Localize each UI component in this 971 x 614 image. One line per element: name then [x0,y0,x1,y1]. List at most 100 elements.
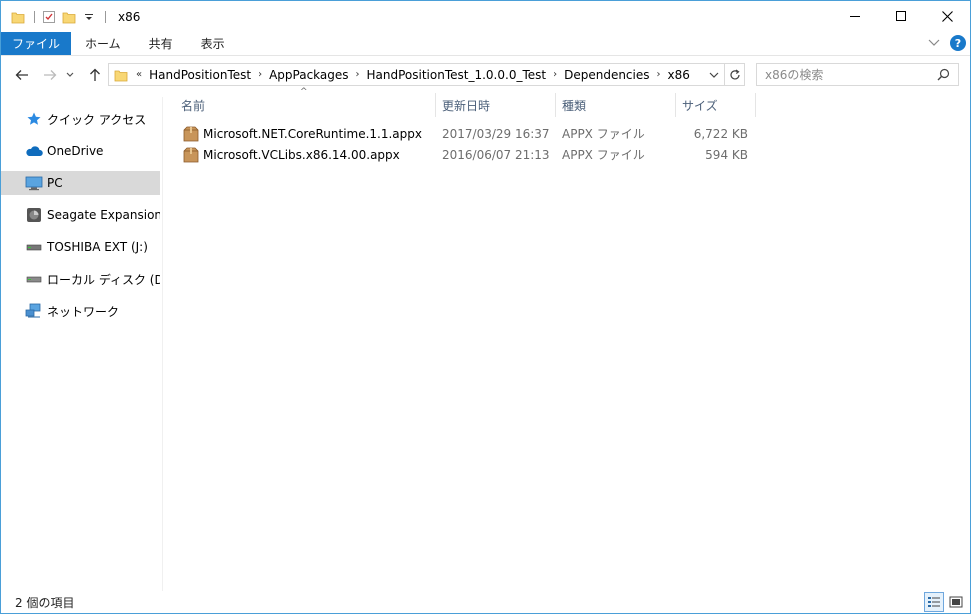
up-arrow-icon [90,68,100,81]
breadcrumb-overflow[interactable]: « [136,69,142,80]
maximize-icon [896,11,906,21]
column-header-type[interactable]: 種類 [562,93,586,117]
close-icon [941,10,953,22]
sidebar-item-local-disk-d[interactable]: ローカル ディスク (D:) [1,267,160,291]
tab-view[interactable]: 表示 [187,32,239,55]
tab-share[interactable]: 共有 [135,32,187,55]
breadcrumb-handpositiontest[interactable]: HandPositionTest [149,68,251,82]
address-bar[interactable]: « HandPositionTest › AppPackages › HandP… [108,63,725,86]
column-divider[interactable] [755,93,756,117]
view-switcher [924,592,966,612]
forward-button[interactable] [38,63,62,87]
back-button[interactable] [10,63,34,87]
new-folder-icon[interactable] [61,9,77,25]
status-bar: 2 個の項目 [1,590,970,614]
chevron-down-icon [66,72,74,77]
file-size: 594 KB [705,147,748,162]
sidebar-item-label: OneDrive [47,144,104,158]
sidebar-item-label: クイック アクセス [47,112,147,127]
title-bar: x86 [1,1,970,32]
folder-icon [10,9,26,25]
chevron-right-icon[interactable]: › [258,69,262,80]
sidebar-item-quick-access[interactable]: クイック アクセス [1,107,160,131]
hard-drive-icon [25,271,43,287]
tab-file[interactable]: ファイル [1,32,72,55]
window-title: x86 [118,9,141,24]
column-divider[interactable] [555,93,556,117]
maximize-button[interactable] [878,1,924,31]
recent-locations-button[interactable] [62,63,78,87]
folder-icon [112,63,130,86]
monitor-icon [25,175,43,191]
toolbar-separator [105,10,106,23]
sidebar-item-label: ローカル ディスク (D:) [47,272,160,287]
file-row[interactable]: Microsoft.VCLibs.x86.14.00.appx 2016/06/… [173,144,753,165]
file-size: 6,722 KB [693,126,748,141]
sidebar-item-label: TOSHIBA EXT (J:) [47,240,148,254]
column-header-name[interactable]: 名前 [181,93,205,117]
navigation-pane: クイック アクセス OneDrive PC Seagate Expansion … [1,97,163,591]
cloud-icon [25,143,43,159]
file-type: APPX ファイル [562,127,645,141]
sidebar-item-seagate[interactable]: Seagate Expansion Dr [1,203,160,227]
close-button[interactable] [924,1,970,31]
forward-arrow-icon [44,70,57,80]
star-icon [25,111,43,127]
address-row: « HandPositionTest › AppPackages › HandP… [1,61,970,89]
usb-drive-icon [25,239,43,255]
column-header-size[interactable]: サイズ [682,93,718,117]
search-icon[interactable] [937,68,950,84]
chevron-down-icon [709,72,719,78]
file-type: APPX ファイル [562,148,645,162]
breadcrumb-test-package[interactable]: HandPositionTest_1.0.0.0_Test [367,68,547,82]
help-icon[interactable]: ? [950,35,966,51]
sort-ascending-icon: ^ [300,87,308,97]
package-icon [183,126,199,142]
window-controls [832,1,970,31]
details-view-button[interactable] [924,592,944,612]
chevron-right-icon[interactable]: › [356,69,360,80]
chevron-right-icon[interactable]: › [553,69,557,80]
search-box[interactable] [756,63,959,86]
customize-toolbar-icon[interactable] [81,9,97,25]
properties-icon[interactable] [41,9,57,25]
sidebar-item-toshiba[interactable]: TOSHIBA EXT (J:) [1,235,160,259]
item-count: 2 個の項目 [15,595,75,610]
sidebar-item-label: Seagate Expansion Dr [47,208,160,222]
quick-access-toolbar [1,1,112,32]
refresh-icon [729,69,740,79]
breadcrumb-x86[interactable]: x86 [668,68,690,82]
ribbon-right: ? [928,35,966,51]
column-divider[interactable] [675,93,676,117]
search-input[interactable] [757,67,927,82]
details-view-icon [928,597,940,607]
tab-home[interactable]: ホーム [71,32,135,55]
column-divider[interactable] [435,93,436,117]
breadcrumb-dependencies[interactable]: Dependencies [564,68,649,82]
back-arrow-icon [15,70,28,80]
sidebar-item-pc[interactable]: PC [1,171,160,195]
file-name-cell: Microsoft.VCLibs.x86.14.00.appx [183,144,400,165]
chevron-right-icon[interactable]: › [657,69,661,80]
minimize-icon [850,16,860,17]
minimize-button[interactable] [832,1,878,31]
file-name: Microsoft.VCLibs.x86.14.00.appx [203,147,400,162]
sidebar-item-label: ネットワーク [47,304,120,319]
file-date: 2016/06/07 21:13 [442,147,550,162]
sidebar-item-network[interactable]: ネットワーク [1,299,160,323]
file-name-cell: Microsoft.NET.CoreRuntime.1.1.appx [183,123,422,144]
sidebar-item-label: PC [47,176,63,190]
large-icons-view-button[interactable] [946,592,966,612]
file-date: 2017/03/29 16:37 [442,126,550,141]
sidebar-item-onedrive[interactable]: OneDrive [1,139,160,163]
column-header-date[interactable]: 更新日時 [442,93,490,117]
up-button[interactable] [83,63,107,87]
refresh-button[interactable] [725,63,745,86]
file-name: Microsoft.NET.CoreRuntime.1.1.appx [203,126,422,141]
breadcrumb-apppackages[interactable]: AppPackages [269,68,348,82]
address-history-button[interactable] [706,67,722,83]
large-icons-view-icon [949,596,963,608]
toolbar-separator [34,10,35,23]
file-row[interactable]: Microsoft.NET.CoreRuntime.1.1.appx 2017/… [173,123,753,144]
expand-ribbon-icon[interactable] [928,36,940,50]
